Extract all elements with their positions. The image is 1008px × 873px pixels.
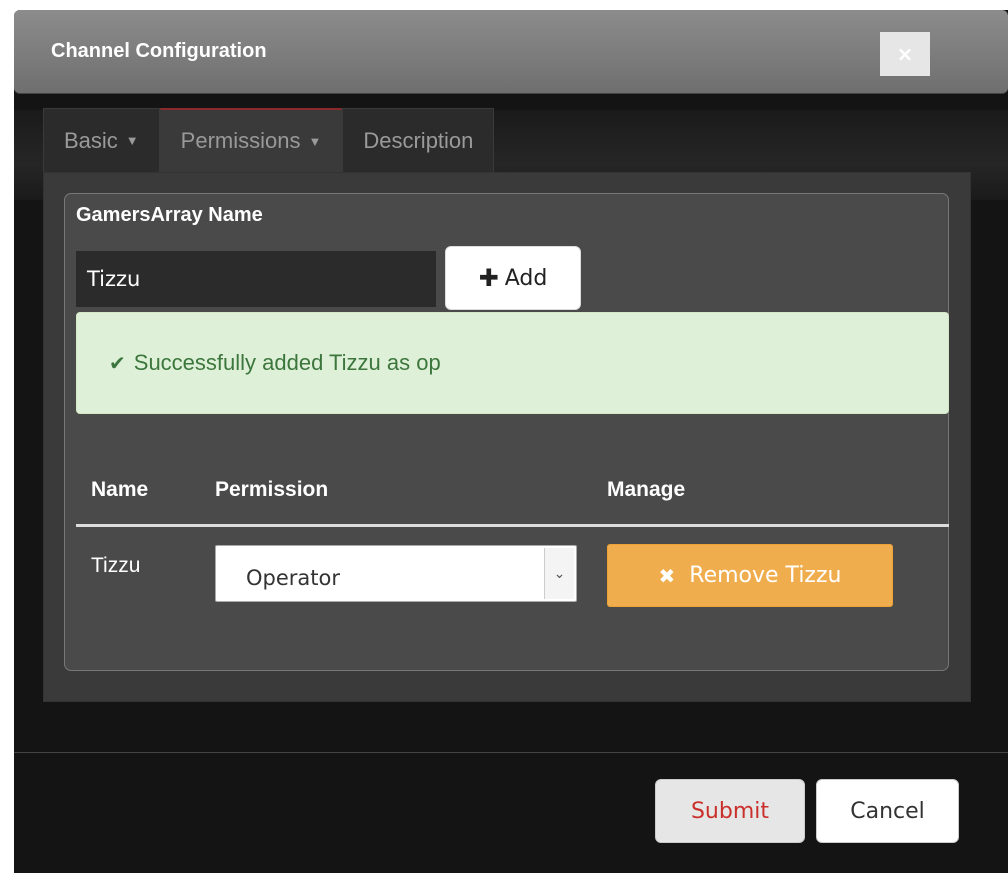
- column-header-manage: Manage: [607, 478, 686, 501]
- check-icon: ✔: [109, 352, 126, 375]
- tab-description-label: Description: [363, 127, 474, 153]
- remove-icon: ✖: [658, 563, 676, 588]
- add-button-label: Add: [504, 265, 548, 291]
- chevron-down-icon: ⌄: [544, 548, 574, 599]
- add-button[interactable]: ✚ Add: [445, 246, 581, 310]
- caret-down-icon: ▼: [308, 133, 322, 149]
- remove-user-button-label: Remove Tizzu: [689, 563, 842, 588]
- tab-permissions[interactable]: Permissions ▼: [159, 108, 343, 172]
- name-input[interactable]: Tizzu: [76, 251, 436, 307]
- permissions-tab-pane: GamersArray Name Tizzu ✚ Add ✔ Successfu…: [43, 172, 971, 702]
- permission-select-value: Operator: [246, 566, 340, 590]
- tab-basic[interactable]: Basic ▼: [43, 108, 160, 172]
- dialog-header: Channel Configuration ×: [14, 10, 1008, 94]
- plus-icon: ✚: [478, 264, 499, 292]
- column-header-permission: Permission: [215, 478, 329, 501]
- column-header-name: Name: [91, 478, 149, 501]
- tab-permissions-label: Permissions: [180, 128, 301, 153]
- success-alert: ✔ Successfully added Tizzu as op: [76, 312, 949, 414]
- dialog-title: Channel Configuration: [51, 40, 267, 62]
- remove-user-button[interactable]: ✖ Remove Tizzu: [607, 544, 893, 607]
- table-header-divider: [76, 524, 949, 527]
- tab-description[interactable]: Description: [342, 108, 495, 172]
- channel-configuration-dialog: Channel Configuration × Basic ▼ Permissi…: [14, 10, 1008, 873]
- panel-heading: GamersArray Name: [76, 204, 263, 226]
- caret-down-icon: ▼: [125, 133, 139, 148]
- tab-bar: Basic ▼ Permissions ▼ Description: [43, 108, 495, 172]
- footer-divider: [14, 752, 1008, 753]
- permission-select[interactable]: Operator ⌄: [215, 545, 577, 602]
- close-icon: ×: [896, 42, 914, 66]
- submit-button[interactable]: Submit: [655, 779, 805, 843]
- success-alert-text: Successfully added Tizzu as op: [133, 350, 441, 375]
- tab-basic-label: Basic: [64, 127, 118, 153]
- row-user-name: Tizzu: [91, 554, 141, 577]
- cancel-button[interactable]: Cancel: [816, 779, 959, 843]
- close-button[interactable]: ×: [880, 32, 930, 76]
- permissions-panel: GamersArray Name Tizzu ✚ Add ✔ Successfu…: [64, 193, 949, 671]
